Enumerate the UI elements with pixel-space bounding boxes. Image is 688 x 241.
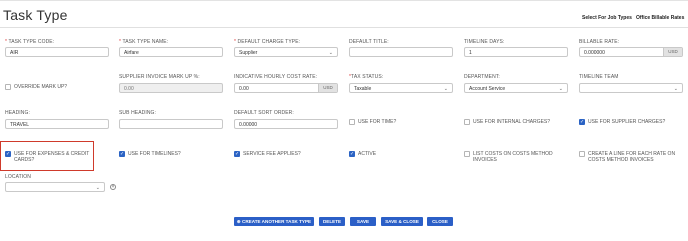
department-label: DEPARTMENT: bbox=[464, 74, 500, 80]
heading-input[interactable]: TRAVEL bbox=[5, 119, 109, 129]
supplier-invoice-mark-up-label: SUPPLIER INVOICE MARK UP %: bbox=[119, 74, 200, 80]
indicative-hourly-cost-rate-input[interactable]: 0.00 USD bbox=[234, 83, 338, 93]
timeline-team-label: TIMELINE TEAM bbox=[579, 74, 619, 80]
create-line-label: CREATE A LINE FOR EACH RATE ON COSTS MET… bbox=[588, 151, 676, 163]
tax-status-select[interactable]: Taxable ⌄ bbox=[349, 83, 453, 93]
select-job-types-link[interactable]: Select For Job Types bbox=[582, 15, 632, 21]
save-button[interactable]: SAVE bbox=[350, 217, 376, 226]
task-type-code-label: * TASK TYPE CODE: bbox=[5, 39, 55, 45]
use-for-time-checkbox[interactable] bbox=[349, 119, 355, 125]
task-type-code-input[interactable]: AIR bbox=[5, 47, 109, 57]
use-for-internal-charges-checkbox[interactable] bbox=[464, 119, 470, 125]
indicative-hourly-cost-rate-label: INDICATIVE HOURLY COST RATE: bbox=[234, 74, 318, 80]
use-for-internal-charges-label: USE FOR INTERNAL CHARGES? bbox=[473, 119, 551, 125]
page-title: Task Type bbox=[3, 7, 68, 23]
use-for-timelines-checkbox[interactable]: ✓ bbox=[119, 151, 125, 157]
create-line-checkbox[interactable] bbox=[579, 151, 585, 157]
list-costs-label: LIST COSTS ON COSTS METHOD INVOICES bbox=[473, 151, 553, 163]
use-for-supplier-charges-checkbox[interactable]: ✓ bbox=[579, 119, 585, 125]
chevron-down-icon: ⌄ bbox=[95, 185, 100, 191]
list-costs-checkbox[interactable] bbox=[464, 151, 470, 157]
header-divider bbox=[0, 27, 688, 28]
active-label: ACTIVE bbox=[358, 151, 377, 157]
service-fee-applies-checkbox[interactable]: ✓ bbox=[234, 151, 240, 157]
default-title-label: DEFAULT TITLE: bbox=[349, 39, 389, 45]
default-sort-order-label: DEFAULT SORT ORDER: bbox=[234, 110, 294, 116]
supplier-invoice-mark-up-input: 0.00 bbox=[119, 83, 223, 93]
default-title-input[interactable] bbox=[349, 47, 453, 57]
billable-rate-label: BILLABLE RATE: bbox=[579, 39, 620, 45]
close-button[interactable]: CLOSE bbox=[427, 217, 453, 226]
office-billable-rates-link[interactable]: Office Billable Rates bbox=[636, 15, 684, 21]
use-for-time-label: USE FOR TIME? bbox=[358, 119, 397, 125]
tax-status-label: *TAX STATUS: bbox=[349, 74, 384, 80]
save-close-button[interactable]: SAVE & CLOSE bbox=[381, 217, 423, 226]
currency-unit: USD bbox=[663, 48, 682, 56]
chevron-down-icon: ⌄ bbox=[443, 86, 448, 92]
location-select[interactable]: ⌄ bbox=[5, 182, 105, 192]
chevron-down-icon: ⌄ bbox=[673, 86, 678, 92]
default-charge-type-select[interactable]: Supplier ⌄ bbox=[234, 47, 338, 57]
task-type-name-label: * TASK TYPE NAME: bbox=[119, 39, 169, 45]
active-checkbox[interactable]: ✓ bbox=[349, 151, 355, 157]
sub-heading-input[interactable] bbox=[119, 119, 223, 129]
timeline-days-input[interactable]: 1 bbox=[464, 47, 568, 57]
plus-circle-icon: ⊕ bbox=[236, 219, 241, 224]
override-mark-up-checkbox[interactable] bbox=[5, 84, 11, 90]
create-another-task-type-button[interactable]: ⊕ CREATE ANOTHER TASK TYPE bbox=[234, 217, 314, 226]
location-label: LOCATION bbox=[5, 174, 31, 180]
chevron-down-icon: ⌄ bbox=[558, 86, 563, 92]
currency-unit: USD bbox=[318, 84, 337, 92]
override-mark-up-label: OVERRIDE MARK UP? bbox=[14, 84, 68, 90]
department-select[interactable]: Account Service ⌄ bbox=[464, 83, 568, 93]
use-for-expenses-label: USE FOR EXPENSES & CREDIT CARDS? bbox=[14, 151, 90, 163]
chevron-down-icon: ⌄ bbox=[328, 50, 333, 56]
top-border bbox=[0, 0, 688, 1]
use-for-expenses-checkbox[interactable]: ✓ bbox=[5, 151, 11, 157]
clear-icon[interactable]: × bbox=[110, 184, 116, 190]
default-charge-type-label: * DEFAULT CHARGE TYPE: bbox=[234, 39, 301, 45]
sub-heading-label: SUB HEADING: bbox=[119, 110, 157, 116]
billable-rate-input[interactable]: 0.000000 USD bbox=[579, 47, 683, 57]
heading-label: HEADING: bbox=[5, 110, 30, 116]
use-for-timelines-label: USE FOR TIMELINES? bbox=[128, 151, 181, 157]
delete-button[interactable]: DELETE bbox=[319, 217, 345, 226]
default-sort-order-input[interactable]: 0.00000 bbox=[234, 119, 338, 129]
use-for-supplier-charges-label: USE FOR SUPPLIER CHARGES? bbox=[588, 119, 666, 125]
timeline-team-select[interactable]: ⌄ bbox=[579, 83, 683, 93]
service-fee-applies-label: SERVICE FEE APPLIES? bbox=[243, 151, 301, 157]
task-type-name-input[interactable]: Airfare bbox=[119, 47, 223, 57]
timeline-days-label: TIMELINE DAYS: bbox=[464, 39, 505, 45]
